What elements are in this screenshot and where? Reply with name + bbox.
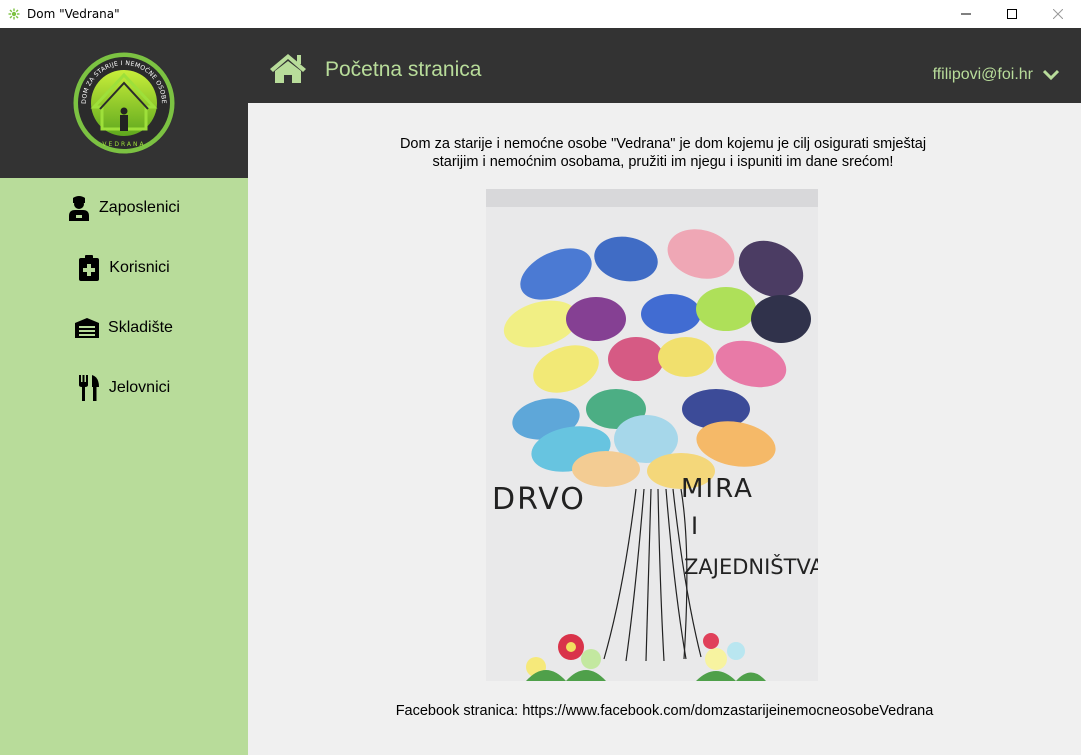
photo-text-zajednistva: ZAJEDNIŠTVA — [684, 554, 818, 579]
tree-of-hands-photo: DRVO MIRA I ZAJEDNIŠTVA — [486, 189, 818, 681]
sidebar-item-jelovnici[interactable]: Jelovnici — [0, 368, 248, 408]
photo-text-mira: MIRA — [681, 474, 754, 504]
close-icon — [1053, 9, 1063, 19]
close-button[interactable] — [1035, 0, 1081, 28]
warehouse-icon — [75, 315, 100, 341]
vedrana-logo: DOM ZA STARIJE I NEMOĆNE OSOBE VEDRANA — [72, 51, 176, 155]
sidebar-item-korisnici[interactable]: Korisnici — [0, 248, 248, 288]
sidebar: DOM ZA STARIJE I NEMOĆNE OSOBE VEDRANA Z… — [0, 28, 248, 755]
intro-text: Dom za starije i nemoćne osobe "Vedrana"… — [358, 135, 968, 171]
intro-line-2: starijim i nemoćnim osobama, pružiti im … — [432, 154, 894, 170]
sidebar-item-label: Korisnici — [109, 259, 170, 276]
user-email: ffilipovi@foi.hr — [932, 66, 1033, 83]
clipboard-medical-icon — [78, 255, 100, 281]
window-controls — [943, 0, 1081, 28]
sidebar-item-skladiste[interactable]: Skladište — [0, 308, 248, 348]
utensils-icon — [78, 375, 100, 401]
home-icon[interactable] — [268, 52, 308, 84]
sidebar-item-label: Skladište — [108, 319, 173, 336]
sidebar-item-label: Jelovnici — [108, 379, 171, 396]
sidebar-item-label: Zaposlenici — [99, 199, 180, 216]
header-bar: Početna stranica ffilipovi@foi.hr — [248, 28, 1081, 103]
photo-text-drvo: DRVO — [492, 482, 586, 517]
window-title: Dom "Vedrana" — [27, 7, 120, 21]
minimize-icon — [961, 13, 971, 15]
main-content: Dom za starije i nemoćne osobe "Vedrana"… — [248, 103, 1081, 755]
sidebar-item-zaposlenici[interactable]: Zaposlenici — [0, 188, 248, 228]
page-title: Početna stranica — [325, 58, 482, 81]
app-icon — [7, 7, 21, 21]
chevron-down-icon — [1043, 69, 1059, 81]
minimize-button[interactable] — [943, 0, 989, 28]
facebook-link-text: Facebook stranica: https://www.facebook.… — [395, 703, 934, 719]
maximize-button[interactable] — [989, 0, 1035, 28]
svg-text:VEDRANA: VEDRANA — [102, 141, 145, 148]
user-menu[interactable]: ffilipovi@foi.hr — [933, 66, 1059, 84]
maximize-icon — [1007, 9, 1017, 19]
logo-area: DOM ZA STARIJE I NEMOĆNE OSOBE VEDRANA — [0, 28, 248, 178]
photo-text-i: I — [691, 512, 698, 540]
window-titlebar: Dom "Vedrana" — [0, 0, 1081, 28]
intro-line-1: Dom za starije i nemoćne osobe "Vedrana"… — [399, 136, 927, 152]
employee-icon — [68, 195, 90, 221]
